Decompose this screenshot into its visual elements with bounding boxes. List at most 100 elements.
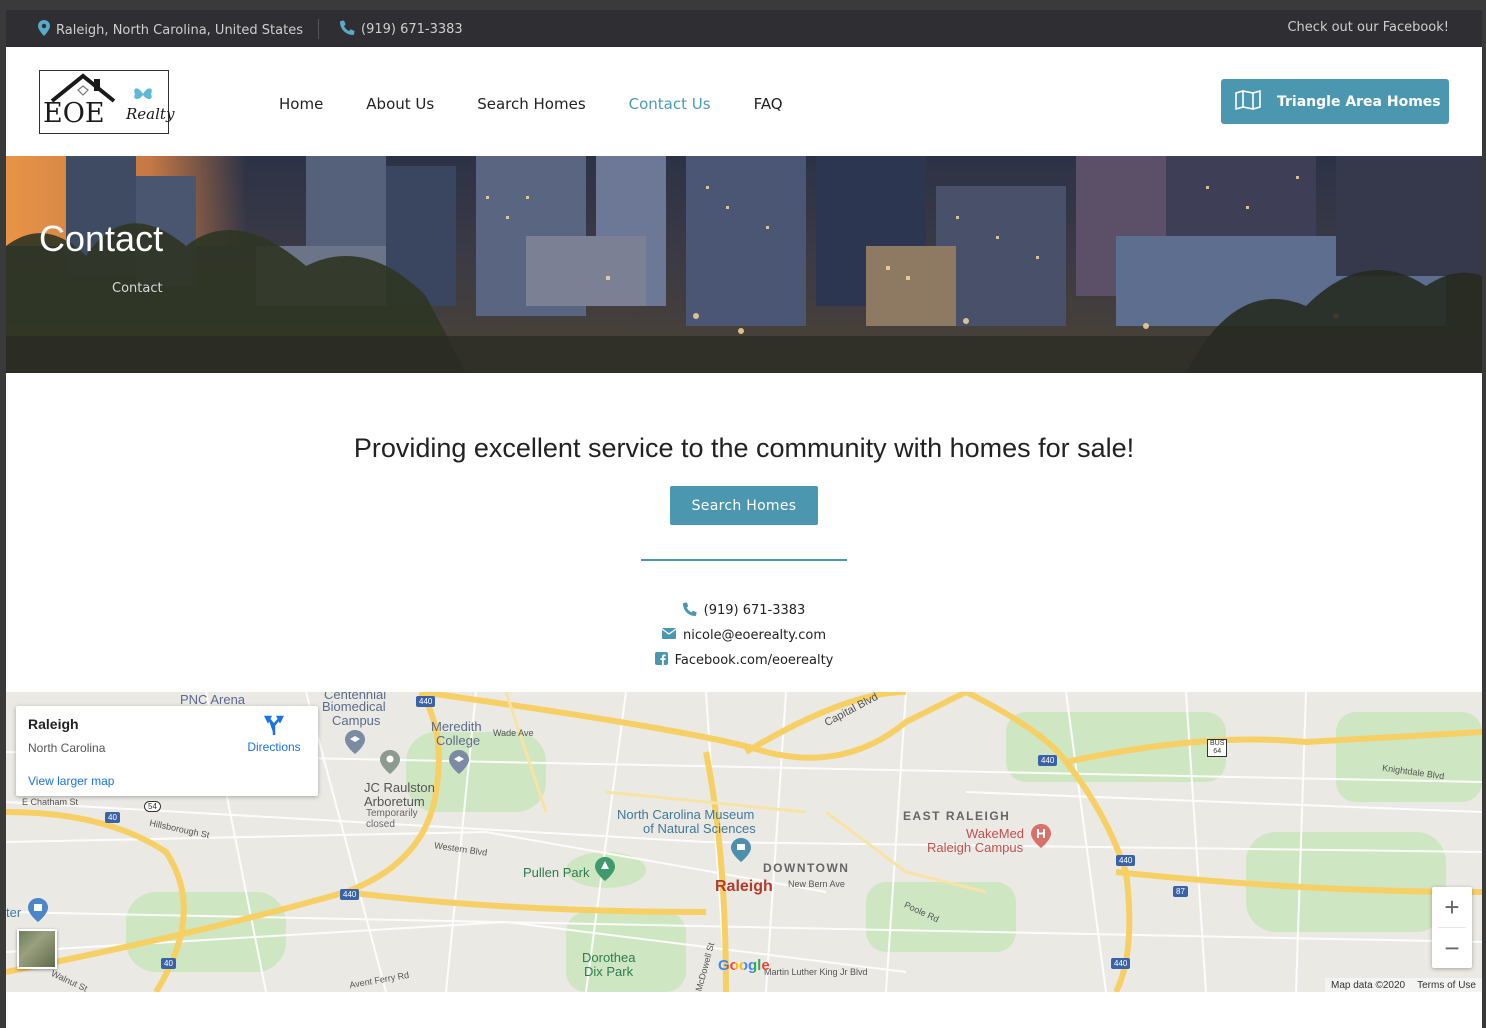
page-title: Contact [39,218,164,259]
map-terms-link[interactable]: Terms of Use [1417,980,1476,991]
google-logo-text: Google [718,957,770,974]
interstate-440-shield: 440 [1111,958,1131,969]
contact-email-row[interactable]: nicole@eoerealty.com [6,623,1482,648]
place-region: North Carolina [28,741,106,755]
map-label-meredith: Meredith [431,719,482,734]
bus-64-shield: BUS 64 [1207,739,1228,757]
school-pin-icon [449,750,469,779]
map-footer: Map data ©2020 Terms of Use [1325,978,1482,992]
google-logo: Google [718,957,770,974]
nav-about-us[interactable]: About Us [366,95,434,113]
zoom-out-button[interactable]: − [1432,928,1472,968]
site-header: EOE Realty Home About Us Search Homes Co… [6,47,1482,156]
nav-faq[interactable]: FAQ [754,95,783,113]
interstate-440-shield: 440 [340,889,360,900]
shopping-pin-icon [28,898,48,927]
map-label-dix1: Dorothea [582,950,636,965]
map-label-downtown: DOWNTOWN [763,861,850,875]
bus-route: 64 [1213,748,1222,755]
phone-icon [682,601,697,620]
hero-banner: Contact Contact [6,156,1482,373]
museum-pin-icon [731,838,751,867]
facebook-link[interactable]: Check out our Facebook! [1287,20,1449,35]
interstate-440-shield: 440 [416,696,436,707]
map-place-card: Raleigh North Carolina View larger map D… [16,706,318,796]
location-text: Raleigh, North Carolina, United States [56,22,303,38]
nav-contact-us[interactable]: Contact Us [629,95,711,113]
map-label-newbern: New Bern Ave [788,879,845,889]
map-label-pullen: Pullen Park [523,865,590,880]
interstate-40-shield: 40 [105,812,120,823]
school-pin-icon [345,730,365,759]
map-label-wakemed1: WakeMed [966,826,1025,841]
location-info: Raleigh, North Carolina, United States [38,20,303,40]
directions-button[interactable]: Directions [244,714,304,754]
park-pin-icon [595,857,615,886]
map-label-chatham: E Chatham St [22,797,79,807]
route-54-shield: 54 [144,801,161,812]
map-label-jcr3: Temporarily [366,808,418,819]
map-icon [1235,89,1261,114]
contact-phone-row[interactable]: (919) 671-3383 [6,598,1482,623]
page: Raleigh, North Carolina, United States (… [6,10,1482,1028]
search-homes-button[interactable]: Search Homes [670,486,818,525]
zoom-controls: + − [1432,887,1472,968]
map-label-pnc: PNC Arena [180,692,246,707]
map-label-jcr1: JC Raulston [364,780,435,795]
interstate-440-shield: 440 [1038,755,1058,766]
city-skyline-image [6,156,1482,373]
map-label-biomedical: Biomedical [322,699,386,714]
view-larger-map-link[interactable]: View larger map [28,774,114,788]
contact-email: nicole@eoerealty.com [683,628,826,643]
triangle-area-homes-button[interactable]: Triangle Area Homes [1221,79,1449,124]
contact-list: (919) 671-3383 nicole@eoerealty.com Face… [6,598,1482,673]
nav-search-homes[interactable]: Search Homes [477,95,585,113]
hospital-pin-icon [1031,824,1051,853]
bus-label: BUS [1210,740,1225,747]
map-label-campus: Campus [332,713,381,728]
main-nav: Home About Us Search Homes Contact Us FA… [279,95,826,113]
map-label-wade: Wade Ave [493,728,534,738]
butterfly-icon [134,88,152,100]
map-label-dix2: Dix Park [584,964,634,979]
google-map[interactable]: PNC Arena Centennial Biomedical Campus M… [6,692,1482,992]
map-label-college: College [436,733,481,748]
facebook-icon [654,652,668,669]
garden-pin-icon [380,750,400,779]
logo-subtext: Realty [126,105,175,123]
map-label-ncm2: of Natural Sciences [643,821,756,836]
logo-text: EOE [43,98,105,129]
contact-phone: (919) 671-3383 [703,603,806,618]
envelope-icon [661,628,677,643]
contact-facebook: Facebook.com/eoerealty [674,653,834,668]
interstate-440-shield: 440 [1116,855,1136,866]
contact-facebook-row[interactable]: Facebook.com/eoerealty [6,648,1482,673]
map-label-raleigh: Raleigh [715,878,773,895]
map-label-ter: ter [6,905,22,920]
map-label-wakemed2: Raleigh Campus [927,840,1024,855]
zoom-in-button[interactable]: + [1432,887,1472,927]
phone-icon [340,20,355,39]
tagline-heading: Providing excellent service to the commu… [353,433,1135,463]
interstate-87-shield: 87 [1173,886,1188,897]
satellite-toggle[interactable] [17,929,57,969]
cta-label: Triangle Area Homes [1277,93,1441,110]
topbar-phone[interactable]: (919) 671-3383 [340,20,463,39]
map-label-jcr4: closed [366,819,395,830]
interstate-40-shield: 40 [161,958,176,969]
map-attribution: Map data ©2020 [1331,979,1406,991]
map-label-mlk: Martin Luther King Jr Blvd [764,967,868,977]
phone-text: (919) 671-3383 [361,22,463,37]
map-label-jcr2: Arboretum [364,794,425,809]
breadcrumb[interactable]: Contact [112,281,163,296]
directions-label: Directions [247,740,301,754]
nav-home[interactable]: Home [279,95,323,113]
section-divider [641,559,847,561]
place-name: Raleigh [28,716,79,732]
site-logo[interactable]: EOE Realty [39,70,174,134]
top-bar: Raleigh, North Carolina, United States (… [6,10,1482,47]
map-label-ncm1: North Carolina Museum [617,807,755,822]
map-label-east-raleigh: EAST RALEIGH [903,809,1011,823]
topbar-divider [318,19,319,39]
map-pin-icon [38,20,50,40]
